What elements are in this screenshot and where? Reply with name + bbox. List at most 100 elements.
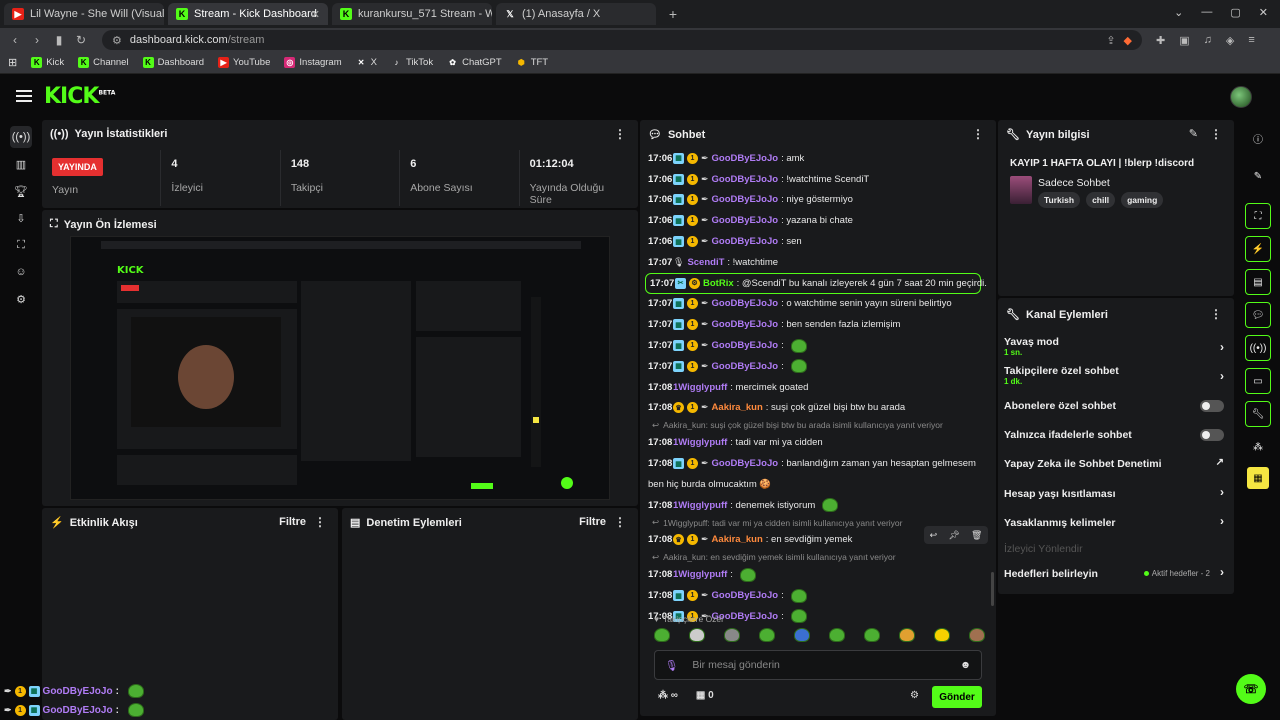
- pencil-icon[interactable]: ✎: [1245, 163, 1271, 189]
- layout-tool-icon[interactable]: ▭: [1245, 368, 1271, 394]
- chat-username[interactable]: BotRix: [703, 278, 734, 289]
- close-window-icon[interactable]: ✕: [1259, 6, 1268, 19]
- delete-icon[interactable]: 🗑︎: [971, 530, 982, 541]
- filter-button[interactable]: Filtre: [279, 516, 306, 528]
- chat-username[interactable]: GooDByEJoJo: [712, 236, 779, 247]
- url-field[interactable]: ⚙ dashboard.kick.com/stream ⇪ ◆: [102, 30, 1142, 50]
- chat-message[interactable]: 17:07 ✂ ⚙ BotRix: @ScendiT bu kanalı izleye…: [645, 272, 987, 294]
- tag[interactable]: gaming: [1121, 192, 1164, 208]
- emote[interactable]: [794, 628, 810, 642]
- apps-tool-icon[interactable]: ⁂: [1245, 434, 1271, 460]
- new-tab-button[interactable]: +: [662, 3, 684, 25]
- music-icon[interactable]: ♫: [1204, 34, 1212, 47]
- upload-nav-icon[interactable]: ⇩: [10, 207, 32, 229]
- share-icon[interactable]: ⇪: [1106, 34, 1115, 47]
- reply-icon[interactable]: ↩: [930, 530, 938, 541]
- chat-message[interactable]: 17:08 ♛ 1 ✒ Aakira_kun: suşi çok güzel bişi …: [648, 398, 988, 419]
- tag[interactable]: Turkish: [1038, 192, 1081, 208]
- stream-preview-video[interactable]: KICK: [70, 236, 610, 500]
- emote[interactable]: [724, 628, 740, 642]
- moderation-tool-icon[interactable]: ⛶: [1245, 203, 1271, 229]
- settings-nav-icon[interactable]: ⚙: [10, 288, 32, 310]
- bookmark-youtube[interactable]: ▶ YouTube: [218, 57, 270, 68]
- chat-username[interactable]: 1Wigglypuff: [673, 382, 727, 393]
- chat-username[interactable]: 1Wigglypuff: [673, 569, 727, 580]
- tab-kick-dashboard[interactable]: K Stream - Kick Dashboard ✕: [168, 3, 328, 25]
- chat-username[interactable]: GooDByEJoJo: [712, 174, 779, 185]
- chat-message[interactable]: 17:08 1Wigglypuff: mercimek goated: [648, 377, 988, 398]
- chat-message[interactable]: 17:08 1Wigglypuff:: [648, 564, 988, 585]
- chat-username[interactable]: GooDByEJoJo: [712, 340, 779, 351]
- minimize-icon[interactable]: —: [1201, 6, 1212, 19]
- chat-message[interactable]: 17:07 ▦ 1 ✒ GooDByEJoJo: o watchtime senin y…: [648, 294, 988, 315]
- chevron-right-icon[interactable]: ›: [1220, 485, 1224, 499]
- chat-username[interactable]: Aakira_kun: [712, 402, 763, 413]
- chat-message[interactable]: 17:06 ▦ 1 ✒ GooDByEJoJo: !watchtime ScendiT: [648, 169, 988, 190]
- kick-logo[interactable]: KICKBETA: [44, 84, 115, 109]
- send-button[interactable]: Gönder: [932, 686, 982, 708]
- chat-message[interactable]: 17:08 1Wigglypuff: denemek istiyorum: [648, 495, 988, 516]
- emote[interactable]: [654, 628, 670, 642]
- vpn-icon[interactable]: ◈: [1226, 34, 1234, 47]
- reload-icon[interactable]: ↻: [70, 33, 92, 47]
- bookmark-kick[interactable]: K Kick: [31, 57, 64, 68]
- more-options-icon[interactable]: ⋮: [614, 127, 626, 141]
- community-nav-icon[interactable]: ☺: [10, 261, 32, 283]
- brave-shield-icon[interactable]: ◆: [1124, 34, 1132, 47]
- chat-message[interactable]: 17:08 ▦ 1 ✒ GooDByEJoJo:: [648, 585, 988, 606]
- chevron-right-icon[interactable]: ›: [1220, 369, 1224, 383]
- gift-counter[interactable]: ▦ 0: [696, 690, 714, 701]
- apps-icon[interactable]: ⊞: [8, 56, 17, 69]
- action-account-age[interactable]: Hesap yaşı kısıtlaması: [1004, 488, 1224, 500]
- points-icon[interactable]: ⁂ ∞: [658, 690, 678, 701]
- close-tab-icon[interactable]: ✕: [311, 8, 320, 21]
- tab-kick-stream[interactable]: K kurankursu_571 Stream - Watch Live: [332, 3, 492, 25]
- emote[interactable]: [969, 628, 985, 642]
- chat-message[interactable]: 17:07 🎙︎ ScendiT: !watchtime: [648, 252, 988, 273]
- maximize-icon[interactable]: ▢: [1230, 6, 1240, 19]
- menu-icon[interactable]: ≡: [1248, 34, 1254, 47]
- tab-youtube[interactable]: ▶ Lil Wayne - She Will (Visualizer) f: [4, 3, 164, 25]
- emotes-only-toggle[interactable]: [1200, 429, 1224, 441]
- forward-icon[interactable]: ›: [26, 33, 48, 47]
- chat-tool-icon[interactable]: 💬︎: [1245, 302, 1271, 328]
- analytics-nav-icon[interactable]: ▥: [10, 153, 32, 175]
- moderation-nav-icon[interactable]: ⛶: [10, 234, 32, 256]
- chevron-right-icon[interactable]: ›: [1220, 514, 1224, 528]
- filter-button[interactable]: Filtre: [579, 516, 606, 528]
- bookmark-x[interactable]: ✕ X: [356, 57, 377, 68]
- action-followers-only[interactable]: Takipçilere özel sohbet 1 dk.: [1004, 365, 1224, 386]
- trophy-nav-icon[interactable]: 🏆︎: [10, 180, 32, 202]
- chat-username[interactable]: GooDByEJoJo: [712, 319, 779, 330]
- user-avatar[interactable]: [1230, 86, 1252, 108]
- widget-tool-icon[interactable]: ▦: [1247, 467, 1269, 489]
- bookmark-page-icon[interactable]: ▮: [48, 33, 70, 47]
- action-slow-mode[interactable]: Yavaş mod 1 sn.: [1004, 336, 1224, 357]
- more-options-icon[interactable]: ⋮: [614, 515, 626, 529]
- chat-input[interactable]: 🎙︎ Bir mesaj gönderin ☻: [654, 650, 982, 680]
- more-options-icon[interactable]: ⋮: [314, 515, 326, 529]
- chat-username[interactable]: GooDByEJoJo: [712, 194, 779, 205]
- chevron-right-icon[interactable]: ›: [1220, 565, 1224, 579]
- pin-icon[interactable]: 📌︎: [948, 530, 959, 541]
- tag[interactable]: chill: [1086, 192, 1116, 208]
- emote[interactable]: [759, 628, 775, 642]
- chevron-right-icon[interactable]: ›: [1220, 340, 1224, 354]
- back-icon[interactable]: ‹: [4, 33, 26, 47]
- chat-username[interactable]: GooDByEJoJo: [712, 215, 779, 226]
- support-chat-icon[interactable]: ☏: [1236, 674, 1266, 704]
- emote[interactable]: [934, 628, 950, 642]
- bookmark-chatgpt[interactable]: ✿ ChatGPT: [447, 57, 501, 68]
- chat-username[interactable]: GooDByEJoJo: [712, 590, 779, 601]
- tab-search-icon[interactable]: ⌄: [1174, 6, 1183, 19]
- bookmark-tft[interactable]: ⬢ TFT: [516, 57, 548, 68]
- edit-icon[interactable]: ✎: [1189, 127, 1198, 140]
- chat-username[interactable]: GooDByEJoJo: [43, 705, 113, 716]
- more-options-icon[interactable]: ⋮: [972, 127, 984, 141]
- bookmark-instagram[interactable]: ◎ Instagram: [284, 57, 342, 68]
- subscribers-only-toggle[interactable]: [1200, 400, 1224, 412]
- emote[interactable]: [829, 628, 845, 642]
- microphone-icon[interactable]: 🎙︎: [665, 659, 678, 672]
- chat-settings-icon[interactable]: ⚙: [910, 690, 919, 701]
- more-options-icon[interactable]: ⋮: [1210, 307, 1222, 321]
